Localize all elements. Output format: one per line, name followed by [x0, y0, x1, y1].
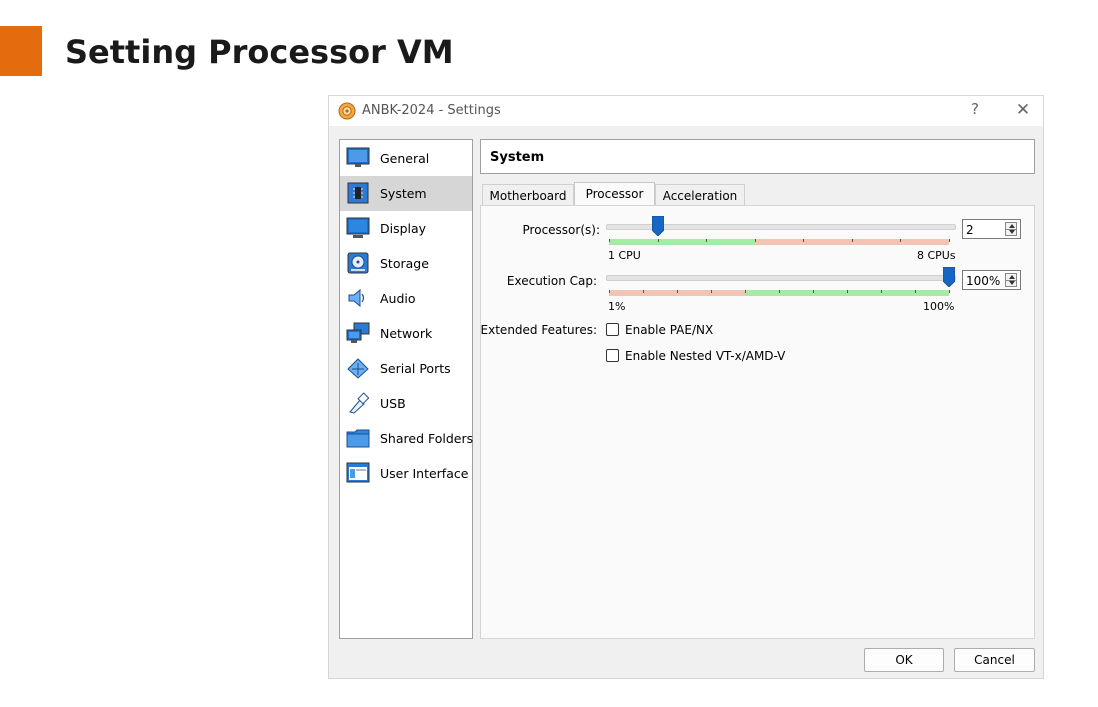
- general-monitor-icon: [346, 147, 370, 167]
- exec-cap-slider-thumb[interactable]: [943, 267, 955, 287]
- slider-tick: [915, 290, 916, 293]
- slider-tick: [657, 239, 659, 242]
- sidebar-item-label: System: [380, 186, 427, 201]
- tab-acceleration[interactable]: Acceleration: [655, 184, 745, 206]
- slider-tick: [900, 239, 902, 242]
- enable-pae-label[interactable]: Enable PAE/NX: [625, 323, 713, 337]
- sidebar-item-general[interactable]: General: [340, 141, 472, 176]
- serial-ports-icon: [347, 358, 369, 379]
- system-chip-icon: [347, 182, 369, 204]
- slide-title: Setting Processor VM: [65, 33, 454, 71]
- slider-tick: [949, 290, 950, 293]
- sidebar-item-label: Shared Folders: [380, 431, 474, 446]
- processors-max-label: 8 CPUs: [917, 249, 956, 262]
- enable-pae-checkbox[interactable]: [606, 323, 619, 336]
- sidebar-item-label: Storage: [380, 256, 429, 271]
- slider-zone: [609, 239, 756, 245]
- slider-tick: [677, 290, 678, 293]
- processors-slider-thumb[interactable]: [651, 216, 664, 236]
- storage-disk-icon: [347, 252, 369, 274]
- slider-tick: [851, 239, 853, 242]
- network-icon: [346, 322, 370, 343]
- spin-arrows-icon[interactable]: [1005, 222, 1017, 236]
- slide-accent-square: [0, 26, 42, 76]
- shared-folder-icon: [346, 429, 370, 448]
- exec-cap-spinbox[interactable]: 100%: [962, 270, 1021, 290]
- section-title: System: [490, 150, 545, 165]
- sidebar-item-label: Network: [380, 326, 433, 341]
- processors-label: Processor(s):: [522, 223, 600, 237]
- enable-nested-vt-label[interactable]: Enable Nested VT-x/AMD-V: [625, 349, 785, 363]
- exec-cap-slider-track[interactable]: [606, 275, 956, 281]
- cancel-button[interactable]: Cancel: [954, 648, 1035, 672]
- sidebar-item-label: General: [380, 151, 430, 166]
- sidebar-item-storage[interactable]: Storage: [340, 246, 472, 281]
- sidebar-item-serial-ports[interactable]: Serial Ports: [340, 351, 472, 386]
- slider-tick: [609, 290, 610, 293]
- sidebar-item-audio[interactable]: Audio: [340, 281, 472, 316]
- sidebar-item-system[interactable]: System: [340, 176, 472, 211]
- exec-cap-max-label: 100%: [923, 300, 955, 313]
- sidebar-item-label: Audio: [380, 291, 416, 306]
- help-button[interactable]: ?: [965, 100, 985, 118]
- window-title: ANBK-2024 - Settings: [362, 103, 501, 118]
- exec-cap-min-label: 1%: [608, 300, 626, 313]
- display-monitor-icon: [346, 217, 370, 238]
- window-titlebar: ANBK-2024 - Settings ? ✕: [329, 96, 1043, 126]
- settings-sidebar: General System Display Storage Audio Net…: [339, 139, 473, 639]
- audio-speaker-icon: [348, 288, 365, 308]
- sidebar-item-shared-folders[interactable]: Shared Folders: [340, 421, 474, 456]
- settings-window: ANBK-2024 - Settings ? ✕ General System …: [328, 95, 1044, 679]
- sidebar-item-label: Serial Ports: [380, 361, 451, 376]
- processors-spinbox[interactable]: 2: [962, 219, 1021, 239]
- sidebar-item-label: Display: [380, 221, 427, 236]
- sidebar-item-user-interface[interactable]: User Interface: [340, 456, 472, 491]
- slider-tick: [813, 290, 814, 293]
- slider-tick: [609, 239, 610, 242]
- extended-features-label: Extended Features:: [480, 323, 597, 337]
- slider-tick: [711, 290, 712, 293]
- sidebar-item-network[interactable]: Network: [340, 316, 472, 351]
- slider-tick: [754, 239, 756, 242]
- sidebar-item-display[interactable]: Display: [340, 211, 472, 246]
- slider-tick: [847, 290, 848, 293]
- slider-tick: [643, 290, 644, 293]
- tab-processor[interactable]: Processor: [574, 182, 655, 206]
- sidebar-item-label: USB: [380, 396, 406, 411]
- slider-tick: [706, 239, 708, 242]
- user-interface-icon: [346, 462, 370, 483]
- spin-arrows-icon[interactable]: [1005, 273, 1017, 287]
- close-button[interactable]: ✕: [1013, 100, 1033, 120]
- sidebar-item-label: User Interface: [380, 466, 469, 481]
- processors-value: 2: [966, 223, 974, 237]
- exec-cap-value: 100%: [966, 274, 1001, 288]
- usb-icon: [349, 392, 370, 414]
- slider-tick: [949, 239, 950, 242]
- sidebar-item-usb[interactable]: USB: [340, 386, 472, 421]
- section-header: System: [480, 139, 1035, 174]
- exec-cap-label: Execution Cap:: [506, 274, 597, 288]
- slider-tick: [745, 290, 746, 293]
- ok-button[interactable]: OK: [864, 648, 944, 672]
- slider-tick: [803, 239, 805, 242]
- tab-motherboard[interactable]: Motherboard: [482, 184, 574, 206]
- slider-tick: [881, 290, 882, 293]
- slider-tick: [779, 290, 780, 293]
- processors-min-label: 1 CPU: [608, 249, 641, 262]
- enable-nested-vt-checkbox[interactable]: [606, 349, 619, 362]
- virtualbox-gear-icon: [338, 102, 356, 120]
